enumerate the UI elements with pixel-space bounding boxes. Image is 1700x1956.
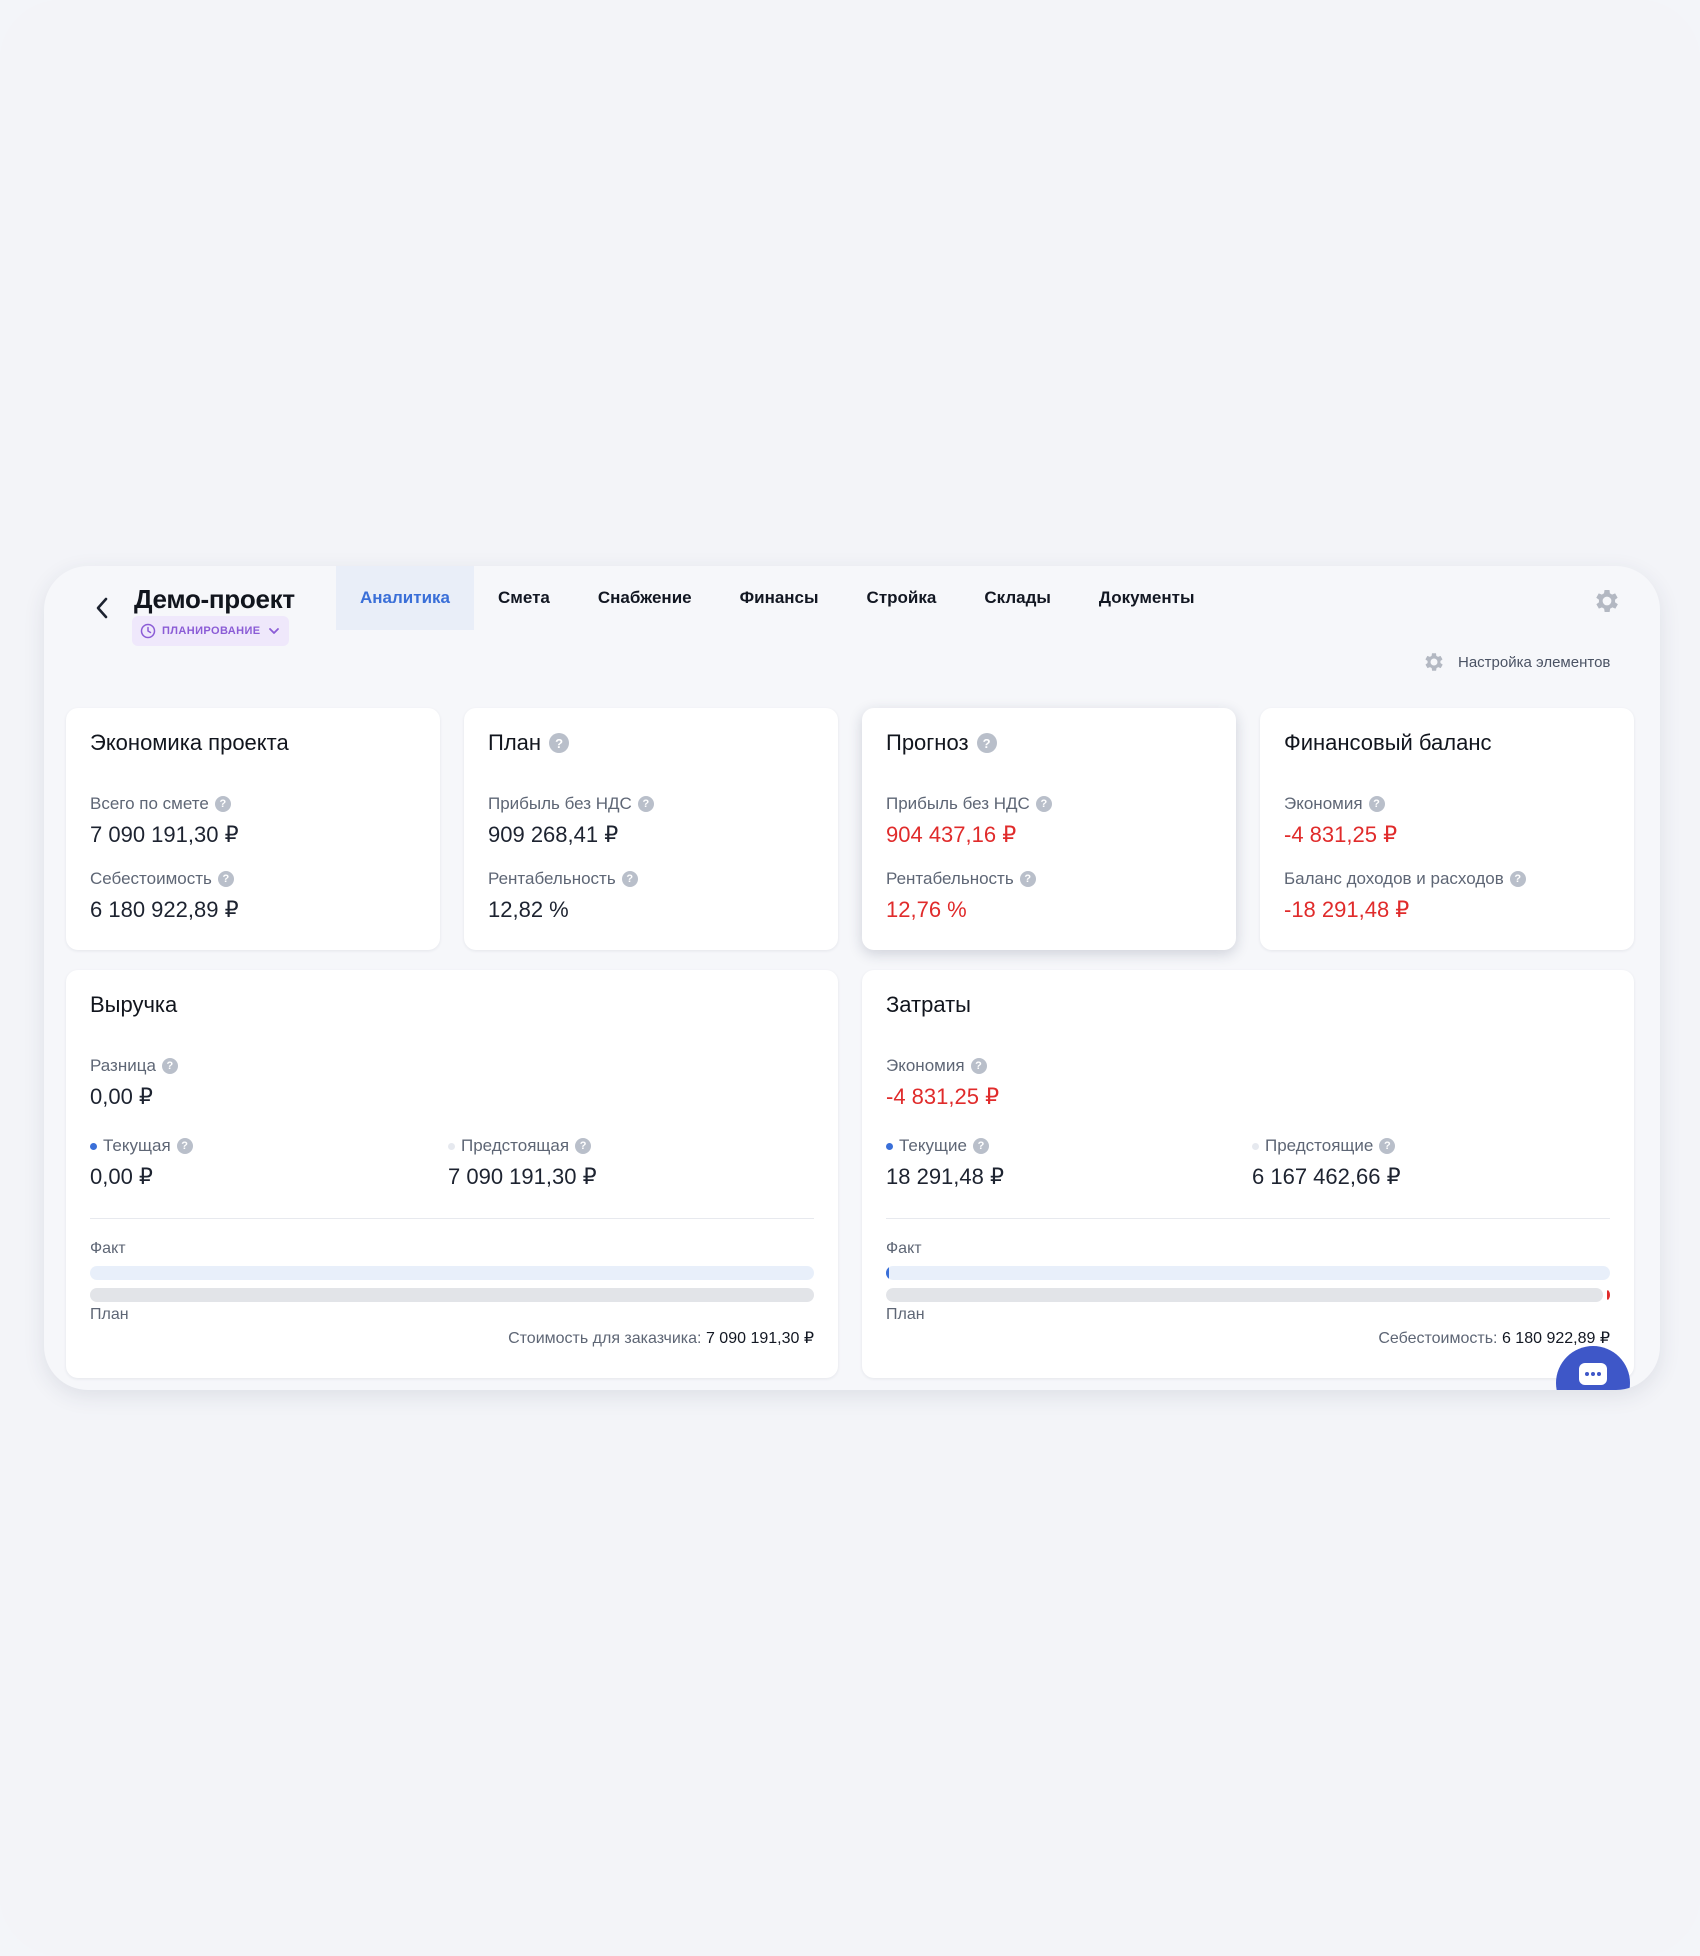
cost-label: Себестоимость?: [90, 869, 234, 889]
tab-warehouses[interactable]: Склады: [960, 566, 1075, 630]
savings-label: Экономия?: [886, 1056, 987, 1076]
card-title: Прогноз?: [886, 730, 997, 756]
status-label: ПЛАНИРОВАНИЕ: [162, 625, 261, 637]
chat-icon: [1579, 1363, 1607, 1385]
profit-label: Прибыль без НДС?: [488, 794, 654, 814]
plan-label: План: [886, 1306, 925, 1323]
fact-label: Факт: [886, 1240, 922, 1257]
tab-supply[interactable]: Снабжение: [574, 566, 716, 630]
total-label: Всего по смете?: [90, 794, 231, 814]
savings-value: -4 831,25 ₽: [1284, 822, 1398, 847]
card-title: Затраты: [886, 992, 971, 1017]
costs-card: Затраты Экономия? -4 831,25 ₽ Текущие? 1…: [862, 970, 1634, 1378]
plan-bar-fill: [886, 1288, 1603, 1302]
upcoming-dot: [1252, 1142, 1259, 1150]
help-icon[interactable]: ?: [976, 733, 997, 753]
current-label: Текущая?: [90, 1136, 193, 1156]
help-icon[interactable]: ?: [575, 1138, 592, 1154]
element-settings-button[interactable]: Настройка элементов: [1422, 650, 1610, 674]
profit-value: 904 437,16 ₽: [886, 822, 1017, 847]
chevron-left-icon: [96, 597, 108, 619]
overrun-marker: [1607, 1290, 1610, 1300]
margin-value: 12,76 %: [886, 897, 967, 922]
help-icon[interactable]: ?: [1509, 871, 1526, 887]
current-label: Текущие?: [886, 1136, 989, 1156]
diff-value: 0,00 ₽: [90, 1084, 153, 1109]
fact-bar: [886, 1266, 1610, 1280]
margin-value: 12,82 %: [488, 897, 569, 922]
help-icon[interactable]: ?: [637, 796, 654, 812]
revenue-card: Выручка Разница? 0,00 ₽ Текущая? 0,00 ₽ …: [66, 970, 838, 1378]
upcoming-label: Предстоящая?: [448, 1136, 592, 1156]
help-icon[interactable]: ?: [161, 1058, 178, 1074]
clock-icon: [140, 623, 156, 639]
diff-label: Разница?: [90, 1056, 178, 1076]
tab-analytics[interactable]: Аналитика: [336, 566, 474, 630]
status-dropdown[interactable]: ПЛАНИРОВАНИЕ: [132, 616, 289, 646]
current-dot: [886, 1142, 893, 1150]
plan-label: План: [90, 1306, 129, 1323]
card-title: Выручка: [90, 992, 178, 1017]
current-dot: [90, 1142, 97, 1150]
help-icon[interactable]: ?: [972, 1138, 989, 1154]
current-value: 0,00 ₽: [90, 1164, 153, 1189]
upcoming-label: Предстоящие?: [1252, 1136, 1396, 1156]
customer-cost: Стоимость для заказчика: 7 090 191,30 ₽: [508, 1330, 814, 1347]
financial-balance-card: Финансовый баланс Экономия? -4 831,25 ₽ …: [1260, 708, 1634, 950]
help-icon[interactable]: ?: [970, 1058, 987, 1074]
tab-documents[interactable]: Документы: [1075, 566, 1219, 630]
plan-bar: [886, 1288, 1610, 1302]
help-icon[interactable]: ?: [1035, 796, 1052, 812]
fact-bar: [90, 1266, 814, 1280]
fact-bar-fill: [886, 1266, 889, 1280]
divider: [886, 1218, 1610, 1219]
cashflow-value: -18 291,48 ₽: [1284, 897, 1410, 922]
total-value: 7 090 191,30 ₽: [90, 822, 239, 847]
plan-card: План? Прибыль без НДС? 909 268,41 ₽ Рент…: [464, 708, 838, 950]
tab-finance[interactable]: Финансы: [716, 566, 843, 630]
margin-label: Рентабельность?: [488, 869, 638, 889]
help-icon[interactable]: ?: [1379, 1138, 1396, 1154]
tab-estimate[interactable]: Смета: [474, 566, 574, 630]
fact-label: Факт: [90, 1240, 126, 1257]
upcoming-dot: [448, 1142, 455, 1150]
help-icon[interactable]: ?: [1368, 796, 1385, 812]
forecast-card: Прогноз? Прибыль без НДС? 904 437,16 ₽ Р…: [862, 708, 1236, 950]
app-window: Демо-проект ПЛАНИРОВАНИЕ Аналитика Смета…: [44, 566, 1660, 1390]
chevron-down-icon: [268, 628, 279, 634]
cost-price: Себестоимость: 6 180 922,89 ₽: [1378, 1330, 1610, 1347]
gear-icon: [1425, 653, 1443, 671]
divider: [90, 1218, 814, 1219]
help-icon[interactable]: ?: [1019, 871, 1036, 887]
cashflow-label: Баланс доходов и расходов?: [1284, 869, 1526, 889]
current-value: 18 291,48 ₽: [886, 1164, 1004, 1189]
help-icon[interactable]: ?: [621, 871, 638, 887]
gear-icon[interactable]: [1592, 586, 1622, 616]
main-tabs: Аналитика Смета Снабжение Финансы Стройк…: [336, 566, 1219, 630]
plan-bar: [90, 1288, 814, 1302]
card-title: Экономика проекта: [90, 730, 289, 755]
help-icon[interactable]: ?: [214, 796, 231, 812]
card-title: План?: [488, 730, 570, 756]
help-icon[interactable]: ?: [176, 1138, 193, 1154]
economics-card: Экономика проекта Всего по смете? 7 090 …: [66, 708, 440, 950]
cost-value: 6 180 922,89 ₽: [90, 897, 239, 922]
help-icon[interactable]: ?: [549, 733, 570, 753]
margin-label: Рентабельность?: [886, 869, 1036, 889]
card-title: Финансовый баланс: [1284, 730, 1492, 755]
element-settings-label: Настройка элементов: [1458, 653, 1611, 671]
back-button[interactable]: [84, 588, 120, 628]
project-title: Демо-проект: [134, 584, 295, 614]
help-icon[interactable]: ?: [217, 871, 234, 887]
savings-value: -4 831,25 ₽: [886, 1084, 1000, 1109]
profit-value: 909 268,41 ₽: [488, 822, 619, 847]
upcoming-value: 7 090 191,30 ₽: [448, 1164, 597, 1189]
savings-label: Экономия?: [1284, 794, 1385, 814]
profit-label: Прибыль без НДС?: [886, 794, 1052, 814]
upcoming-value: 6 167 462,66 ₽: [1252, 1164, 1401, 1189]
tab-construction[interactable]: Стройка: [843, 566, 961, 630]
